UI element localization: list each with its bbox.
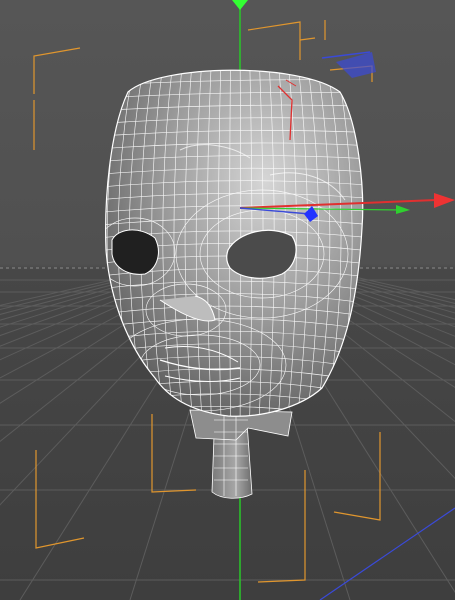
3d-viewport[interactable] — [0, 0, 455, 600]
world-axis-icon — [321, 51, 376, 78]
world-z-axis — [319, 507, 455, 600]
neck-mesh — [189, 407, 293, 499]
left-eye-hole — [111, 229, 159, 275]
viewport-scene[interactable] — [0, 0, 455, 600]
head-mesh[interactable] — [95, 54, 374, 435]
